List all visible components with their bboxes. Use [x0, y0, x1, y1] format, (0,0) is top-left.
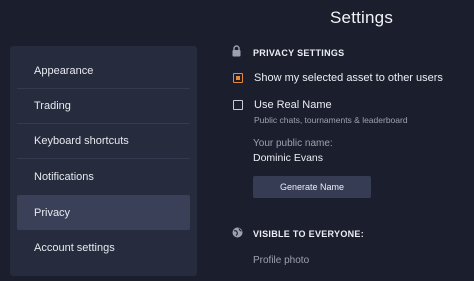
sidebar-item-trading[interactable]: Trading [17, 88, 190, 123]
show-asset-checkbox[interactable] [233, 73, 243, 83]
globe-icon [232, 227, 243, 238]
privacy-section-title: PRIVACY SETTINGS [253, 48, 345, 58]
sidebar-item-label: Keyboard shortcuts [34, 134, 129, 147]
sidebar-item-account-settings[interactable]: Account settings [17, 230, 190, 265]
sidebar-item-appearance[interactable]: Appearance [17, 53, 190, 88]
profile-photo-label: Profile photo [253, 255, 310, 266]
sidebar-item-label: Privacy [34, 206, 71, 219]
use-real-name-description: Public chats, tournaments & leaderboard [254, 115, 408, 125]
visible-section-title: VISIBLE TO EVERYONE: [253, 229, 365, 239]
page-title: Settings [330, 8, 394, 27]
sidebar-item-label: Appearance [34, 64, 94, 77]
sidebar-item-label: Notifications [34, 170, 94, 183]
sidebar-item-notifications[interactable]: Notifications [17, 159, 190, 194]
public-name-value: Dominic Evans [253, 152, 324, 164]
sidebar-item-privacy[interactable]: Privacy [17, 195, 190, 230]
use-real-name-checkbox[interactable] [233, 100, 243, 110]
use-real-name-label[interactable]: Use Real Name [254, 99, 332, 111]
show-asset-label[interactable]: Show my selected asset to other users [254, 72, 443, 84]
public-name-label: Your public name: [253, 138, 333, 149]
sidebar-item-label: Trading [34, 99, 71, 112]
generate-name-button[interactable]: Generate Name [253, 176, 371, 198]
sidebar-item-keyboard-shortcuts[interactable]: Keyboard shortcuts [17, 123, 190, 158]
lock-icon [232, 45, 241, 57]
sidebar-item-label: Account settings [34, 241, 115, 254]
